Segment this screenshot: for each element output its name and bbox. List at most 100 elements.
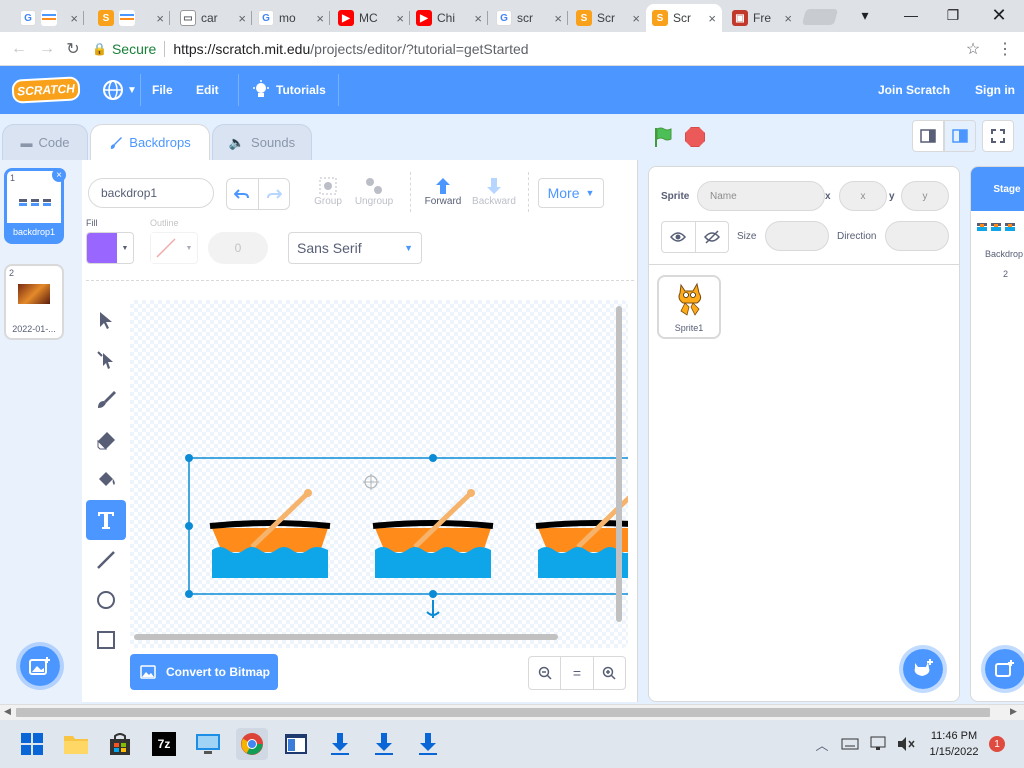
font-select[interactable]: Sans Serif ▼ (288, 232, 422, 264)
size-input[interactable] (765, 221, 829, 251)
backward-button[interactable]: Backward (468, 176, 520, 214)
page-horizontal-scrollbar[interactable]: ◀ ▶ (0, 704, 1024, 720)
circle-tool[interactable] (86, 580, 126, 620)
edit-menu[interactable]: Edit (196, 66, 219, 114)
line-tool[interactable] (86, 540, 126, 580)
scratch-logo[interactable]: SCRATCH (11, 76, 81, 104)
remote-desktop-button[interactable] (192, 728, 224, 760)
close-tab-icon[interactable]: × (396, 11, 404, 26)
browser-tab[interactable]: ▶ MC × (332, 4, 410, 32)
notification-badge[interactable]: 1 (989, 736, 1005, 752)
file-menu[interactable]: File (152, 66, 173, 114)
minimize-icon[interactable]: — (888, 0, 934, 30)
paint-canvas[interactable] (130, 300, 628, 648)
volume-muted-icon[interactable] (894, 728, 918, 760)
outline-color-picker[interactable]: ▼ (150, 232, 198, 264)
restore-icon[interactable]: ❐ (930, 0, 976, 30)
choose-backdrop-button[interactable] (16, 642, 64, 690)
delete-backdrop-icon[interactable]: × (52, 168, 66, 182)
back-icon[interactable]: ← (8, 38, 30, 60)
close-window-icon[interactable]: ✕ (976, 0, 1022, 30)
normal-stage-button[interactable] (944, 120, 976, 152)
tab-sounds[interactable]: 🔈 Sounds (212, 124, 312, 160)
browser-tab[interactable]: G × (14, 4, 84, 32)
close-tab-icon[interactable]: × (474, 11, 482, 26)
tab-backdrops[interactable]: Backdrops (90, 124, 210, 160)
url-field[interactable]: 🔒 Secure https://scratch.mit.edu/project… (92, 37, 992, 61)
language-menu[interactable]: ▼ (102, 66, 137, 114)
scroll-left-icon[interactable]: ◀ (4, 706, 11, 717)
close-tab-icon[interactable]: × (708, 11, 716, 26)
close-tab-icon[interactable]: × (238, 11, 246, 26)
close-tab-icon[interactable]: × (316, 11, 324, 26)
bookmark-star-icon[interactable]: ☆ (962, 38, 984, 60)
ungroup-button[interactable]: Ungroup (354, 176, 394, 214)
scroll-right-icon[interactable]: ▶ (1010, 706, 1017, 717)
reload-icon[interactable]: ↻ (62, 38, 84, 60)
chrome-menu-icon[interactable]: ⋮ (994, 38, 1016, 60)
choose-sprite-button[interactable] (899, 645, 947, 693)
backdrop-thumbnail-2[interactable]: 2 2022-01-... (4, 264, 64, 340)
convert-to-bitmap-button[interactable]: Convert to Bitmap (130, 654, 278, 690)
select-tool[interactable] (86, 300, 126, 340)
file-explorer-button[interactable] (60, 728, 92, 760)
download-button-3[interactable] (412, 728, 444, 760)
show-eye-icon[interactable] (662, 222, 696, 252)
close-tab-icon[interactable]: × (632, 11, 640, 26)
keyboard-icon[interactable] (838, 728, 862, 760)
tab-code[interactable]: ▬ Code (2, 124, 88, 160)
7zip-button[interactable]: 7z (148, 728, 180, 760)
stage-pane[interactable]: Stage Backdrop 2 (970, 166, 1024, 702)
fill-tool[interactable] (86, 460, 126, 500)
close-tab-icon[interactable]: × (156, 11, 164, 26)
zoom-out-icon[interactable] (529, 657, 562, 689)
sprite-name-input[interactable]: Name (697, 181, 825, 211)
close-tab-icon[interactable]: × (554, 11, 562, 26)
stop-button[interactable] (685, 127, 705, 147)
browser-tab[interactable]: G mo × (252, 4, 330, 32)
download-button-1[interactable] (324, 728, 356, 760)
costume-name-input[interactable]: backdrop1 (88, 178, 214, 208)
forward-icon[interactable]: → (36, 38, 58, 60)
chrome-button[interactable] (236, 728, 268, 760)
sign-in-link[interactable]: Sign in (975, 66, 1015, 114)
close-tab-icon[interactable]: × (784, 11, 792, 26)
direction-input[interactable] (885, 221, 949, 251)
store-button[interactable] (104, 728, 136, 760)
browser-tab[interactable]: G scr × (490, 4, 568, 32)
profile-icon[interactable]: ▾ (842, 0, 888, 30)
undo-icon[interactable] (227, 179, 259, 209)
text-tool[interactable] (86, 500, 126, 540)
outline-width-input[interactable]: 0 (208, 232, 268, 264)
eraser-tool[interactable] (86, 420, 126, 460)
rectangle-tool[interactable] (86, 620, 126, 660)
brush-tool[interactable] (86, 380, 126, 420)
x-input[interactable]: x (839, 181, 887, 211)
reshape-tool[interactable] (86, 340, 126, 380)
tray-chevron-up-icon[interactable]: ︿ (810, 728, 834, 760)
network-icon[interactable] (868, 728, 892, 760)
fullscreen-button[interactable] (982, 120, 1014, 152)
new-tab-button[interactable] (801, 9, 839, 25)
fill-color-picker[interactable]: ▼ (86, 232, 134, 264)
redo-icon[interactable] (259, 179, 290, 209)
download-button-2[interactable] (368, 728, 400, 760)
group-button[interactable]: Group (308, 176, 348, 214)
start-button[interactable] (16, 728, 48, 760)
sprite-thumbnail[interactable]: Sprite1 (657, 275, 721, 339)
notes-app-button[interactable] (280, 728, 312, 760)
zoom-reset-button[interactable]: = (561, 657, 594, 689)
hide-eye-icon[interactable] (696, 222, 729, 252)
y-input[interactable]: y (901, 181, 949, 211)
browser-tab[interactable]: S Scr × (570, 4, 646, 32)
more-menu-button[interactable]: More ▼ (538, 178, 604, 208)
browser-tab[interactable]: ▣ Fre × (726, 4, 798, 32)
small-stage-button[interactable] (912, 120, 944, 152)
close-tab-icon[interactable]: × (70, 11, 78, 26)
browser-tab[interactable]: ▶ Chi × (410, 4, 488, 32)
scroll-thumb[interactable] (16, 708, 990, 717)
browser-tab[interactable]: S × (92, 4, 170, 32)
tutorials-button[interactable]: Tutorials (252, 66, 326, 114)
clock[interactable]: 11:46 PM 1/15/2022 (924, 728, 984, 760)
choose-backdrop-stage-button[interactable] (981, 645, 1024, 693)
